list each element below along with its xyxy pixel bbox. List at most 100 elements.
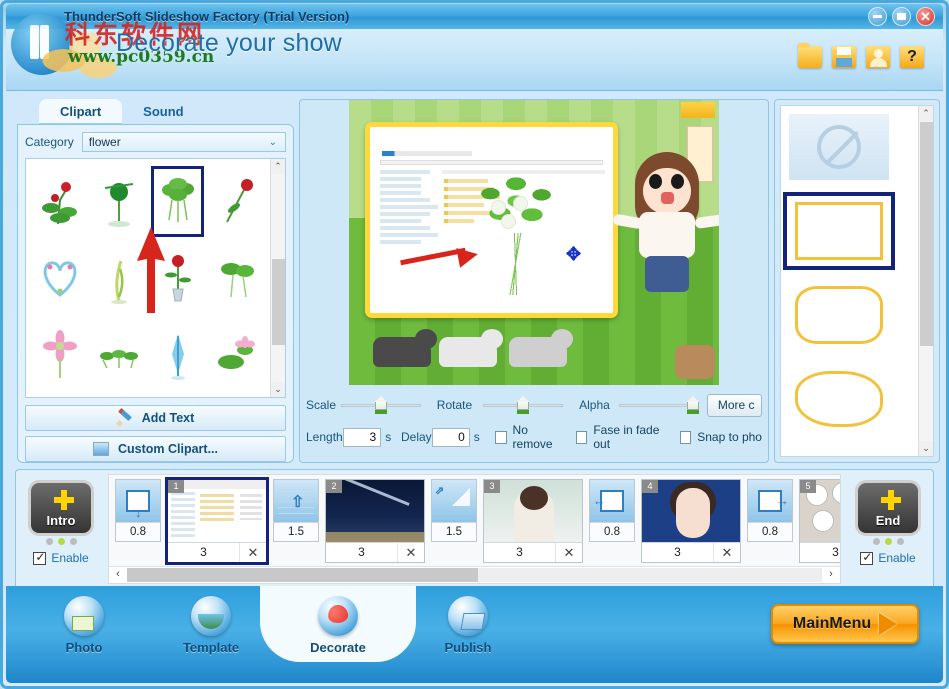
frame-option-none[interactable]	[789, 114, 889, 180]
transition-duration[interactable]: 1.5	[432, 522, 476, 541]
slide-duration[interactable]: 3	[800, 543, 841, 562]
nav-item-publish[interactable]: Publish	[408, 592, 528, 655]
green-leaves-icon	[215, 251, 259, 305]
frames-scrollbar-thumb[interactable]	[920, 122, 933, 346]
slide-4[interactable]: 4 3 ✕	[641, 479, 741, 563]
scene-cat	[373, 337, 431, 367]
clipart-item-rose-in-vase[interactable]	[148, 240, 207, 317]
remove-slide-button[interactable]: ✕	[240, 543, 266, 562]
nav-item-decorate[interactable]: Decorate	[278, 592, 398, 655]
no-remove-checkbox[interactable]	[495, 431, 506, 444]
clipart-item-single-rose[interactable]	[207, 163, 266, 240]
clipart-item-green-leaves[interactable]	[207, 240, 266, 317]
transition-duration[interactable]: 0.8	[748, 522, 792, 541]
transition-slide-right[interactable]: → 0.8	[747, 479, 793, 542]
decorate-icon	[318, 596, 358, 636]
delay-input[interactable]: 0	[432, 428, 470, 447]
main-menu-button[interactable]: MainMenu	[771, 604, 919, 644]
slide-duration[interactable]: 3	[168, 543, 240, 562]
frame-option-cloud[interactable]	[789, 366, 889, 432]
clipart-item-grass-sprout[interactable]	[89, 240, 148, 317]
scroll-down-arrow-icon[interactable]: ⌄	[919, 441, 933, 456]
explorer-sidebar	[380, 170, 438, 303]
add-text-button[interactable]: Add Text	[25, 405, 286, 431]
slide-5[interactable]: 5 3	[799, 479, 841, 563]
remove-slide-button[interactable]: ✕	[398, 543, 424, 562]
frames-scrollbar[interactable]: ⌃ ⌄	[918, 106, 933, 456]
clipart-item-rose-bush[interactable]	[30, 163, 89, 240]
timeline-scroll-area[interactable]: ↓ 0.8 1 3 ✕ ⇧	[108, 474, 841, 584]
preview-stage[interactable]: ✥	[349, 100, 719, 385]
preview-photo-frame[interactable]: ✥	[365, 122, 618, 318]
transition-duration[interactable]: 0.8	[116, 522, 160, 541]
slide-2[interactable]: 2 3 ✕	[325, 479, 425, 563]
clipart-item-green-bouquet[interactable]	[148, 163, 207, 240]
placed-clipart-bouquet[interactable]	[468, 175, 560, 295]
timeline-scrollbar-thumb[interactable]	[127, 568, 478, 582]
clipart-scrollbar[interactable]: ⌃ ⌄	[270, 159, 285, 397]
end-button[interactable]: End	[855, 480, 921, 536]
transition-slide-left[interactable]: ← 0.8	[589, 479, 635, 542]
remove-slide-button[interactable]: ✕	[556, 543, 582, 562]
bottom-navigation: Photo Template Decorate Publi	[6, 586, 943, 683]
more-options-button[interactable]: More c	[707, 394, 762, 417]
slide-1[interactable]: 1 3 ✕	[167, 479, 267, 563]
transition-slide-up[interactable]: ⇧ 1.5	[273, 479, 319, 542]
slide-3[interactable]: 3 3 ✕	[483, 479, 583, 563]
alpha-slider-thumb[interactable]	[687, 396, 699, 414]
tab-sound[interactable]: Sound	[122, 99, 204, 124]
slide-duration[interactable]: 3	[326, 543, 398, 562]
transition-slide-down[interactable]: ↓ 0.8	[115, 479, 161, 542]
scroll-down-arrow-icon[interactable]: ⌄	[271, 382, 285, 397]
alpha-slider[interactable]	[619, 395, 699, 415]
tab-clipart[interactable]: Clipart	[39, 99, 122, 124]
clipart-scrollbar-thumb[interactable]	[272, 259, 285, 345]
slide-duration[interactable]: 3	[484, 543, 556, 562]
user-icon[interactable]	[866, 46, 890, 68]
clipart-item-green-bud[interactable]	[89, 163, 148, 240]
rotate-slider-thumb[interactable]	[517, 396, 529, 414]
maximize-button[interactable]	[892, 7, 911, 26]
transition-duration[interactable]: 0.8	[590, 522, 634, 541]
timeline-horizontal-scrollbar[interactable]: ‹ ›	[109, 566, 840, 583]
scroll-up-arrow-icon[interactable]: ⌃	[271, 159, 285, 174]
scale-label: Scale	[306, 398, 341, 412]
close-button[interactable]: ✕	[916, 7, 935, 26]
help-icon[interactable]: ?	[900, 46, 924, 68]
scale-slider[interactable]	[341, 395, 421, 415]
snap-to-photo-checkbox[interactable]	[680, 431, 691, 444]
frame-option-rounded[interactable]	[789, 282, 889, 348]
intro-enable-checkbox[interactable]: Enable	[20, 551, 102, 565]
nav-item-template[interactable]: Template	[151, 592, 271, 655]
scroll-right-arrow-icon[interactable]: ›	[822, 567, 840, 583]
scroll-up-arrow-icon[interactable]: ⌃	[919, 106, 933, 121]
transition-duration[interactable]: 1.5	[274, 522, 318, 541]
remove-slide-button[interactable]: ✕	[714, 543, 740, 562]
clipart-item-ground-cover[interactable]	[89, 316, 148, 393]
length-input[interactable]: 3	[343, 428, 381, 447]
fade-in-fade-out-checkbox[interactable]	[576, 431, 587, 444]
scale-slider-thumb[interactable]	[375, 396, 387, 414]
clipart-item-lotus[interactable]	[207, 316, 266, 393]
intro-button[interactable]: Intro	[28, 480, 94, 536]
open-folder-icon[interactable]	[798, 46, 822, 68]
transition-diagonal[interactable]: ⇗ 1.5	[431, 479, 477, 542]
end-enable-checkbox[interactable]: Enable	[847, 551, 929, 565]
clipart-item-pink-flower[interactable]	[30, 316, 89, 393]
move-cursor-icon: ✥	[566, 245, 584, 263]
minimize-button[interactable]	[868, 7, 887, 26]
nav-item-photo[interactable]: Photo	[24, 592, 144, 655]
single-rose-icon	[215, 174, 259, 228]
slide-duration[interactable]: 3	[642, 543, 714, 562]
custom-clipart-button[interactable]: Custom Clipart...	[25, 436, 286, 462]
frame-option-rectangle[interactable]	[789, 198, 889, 264]
transition-slide-left-icon: ←	[590, 480, 634, 522]
scroll-left-arrow-icon[interactable]: ‹	[109, 567, 127, 583]
clipart-item-heart-wreath[interactable]	[30, 240, 89, 317]
save-icon[interactable]	[832, 46, 856, 68]
plus-icon	[881, 490, 901, 510]
scene-cat	[509, 337, 567, 367]
rotate-slider[interactable]	[483, 395, 563, 415]
clipart-item-blue-spire[interactable]	[148, 316, 207, 393]
category-select[interactable]: flower ⌄	[82, 132, 286, 152]
